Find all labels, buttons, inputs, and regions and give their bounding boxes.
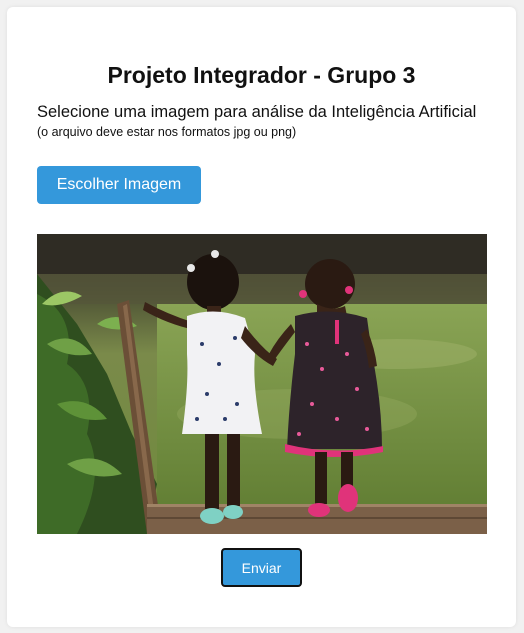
page-title: Projeto Integrador - Grupo 3 (107, 62, 416, 88)
instruction-text: Selecione uma imagem para análise da Int… (37, 103, 477, 121)
upload-card: Projeto Integrador - Grupo 3 Selecione u… (7, 7, 516, 627)
image-preview (37, 234, 487, 534)
format-hint: (o arquivo deve estar nos formatos jpg o… (37, 125, 297, 139)
submit-button[interactable]: Enviar (221, 548, 302, 587)
choose-image-button[interactable]: Escolher Imagem (37, 166, 201, 204)
